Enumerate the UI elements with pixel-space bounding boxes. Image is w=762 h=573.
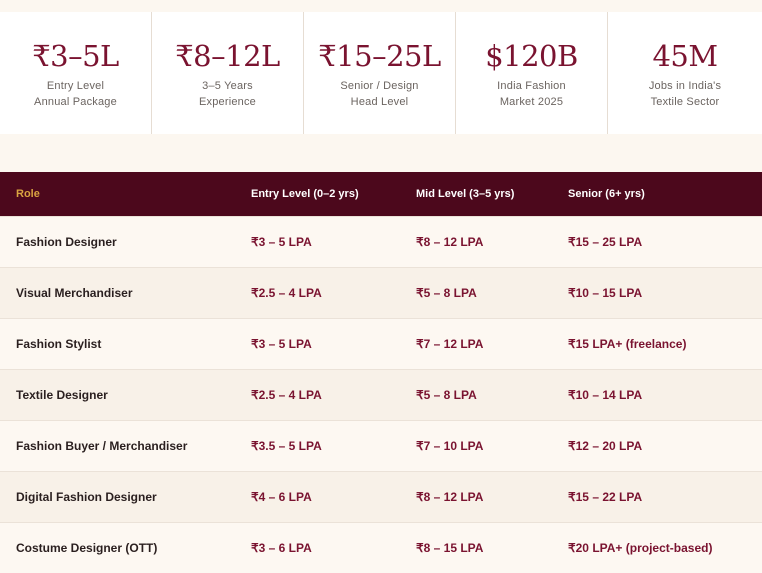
entry-salary-cell: ₹2.5 – 4 LPA xyxy=(235,370,400,421)
senior-salary-cell: ₹15 LPA+ (freelance) xyxy=(552,319,762,370)
stat-label-line: Jobs in India's xyxy=(608,78,762,94)
column-header-senior: Senior (6+ yrs) xyxy=(552,172,762,217)
entry-salary-cell: ₹3 – 6 LPA xyxy=(235,523,400,573)
role-cell: Costume Designer (OTT) xyxy=(0,523,235,573)
senior-salary-cell: ₹15 – 22 LPA xyxy=(552,472,762,523)
table-row: Digital Fashion Designer ₹4 – 6 LPA ₹8 –… xyxy=(0,472,762,523)
entry-salary-cell: ₹3 – 5 LPA xyxy=(235,319,400,370)
stat-label-line: Experience xyxy=(152,94,303,110)
senior-salary-cell: ₹12 – 20 LPA xyxy=(552,421,762,472)
stat-value: 45M xyxy=(608,40,762,72)
role-cell: Fashion Buyer / Merchandiser xyxy=(0,421,235,472)
mid-salary-cell: ₹8 – 12 LPA xyxy=(400,217,552,268)
stat-market-size: $120B India Fashion Market 2025 xyxy=(456,12,608,134)
entry-salary-cell: ₹4 – 6 LPA xyxy=(235,472,400,523)
salary-table: Role Entry Level (0–2 yrs) Mid Level (3–… xyxy=(0,172,762,573)
stat-label-line: Market 2025 xyxy=(456,94,607,110)
stat-label-line: Annual Package xyxy=(0,94,151,110)
senior-salary-cell: ₹10 – 15 LPA xyxy=(552,268,762,319)
stat-label: India Fashion Market 2025 xyxy=(456,78,607,110)
entry-salary-cell: ₹3.5 – 5 LPA xyxy=(235,421,400,472)
entry-salary-cell: ₹2.5 – 4 LPA xyxy=(235,268,400,319)
mid-salary-cell: ₹5 – 8 LPA xyxy=(400,370,552,421)
stat-label-line: Head Level xyxy=(304,94,455,110)
senior-salary-cell: ₹10 – 14 LPA xyxy=(552,370,762,421)
table-row: Fashion Buyer / Merchandiser ₹3.5 – 5 LP… xyxy=(0,421,762,472)
stat-label-line: India Fashion xyxy=(456,78,607,94)
stat-label: Entry Level Annual Package xyxy=(0,78,151,110)
table-row: Fashion Designer ₹3 – 5 LPA ₹8 – 12 LPA … xyxy=(0,217,762,268)
mid-salary-cell: ₹8 – 12 LPA xyxy=(400,472,552,523)
table-row: Textile Designer ₹2.5 – 4 LPA ₹5 – 8 LPA… xyxy=(0,370,762,421)
stat-value: ₹15–25L xyxy=(304,40,455,72)
entry-salary-cell: ₹3 – 5 LPA xyxy=(235,217,400,268)
table-row: Costume Designer (OTT) ₹3 – 6 LPA ₹8 – 1… xyxy=(0,523,762,573)
stat-textile-jobs: 45M Jobs in India's Textile Sector xyxy=(608,12,762,134)
stat-label-line: 3–5 Years xyxy=(152,78,303,94)
column-header-mid: Mid Level (3–5 yrs) xyxy=(400,172,552,217)
senior-salary-cell: ₹15 – 25 LPA xyxy=(552,217,762,268)
stat-label: Senior / Design Head Level xyxy=(304,78,455,110)
stat-label-line: Textile Sector xyxy=(608,94,762,110)
stat-value: ₹8–12L xyxy=(152,40,303,72)
mid-salary-cell: ₹5 – 8 LPA xyxy=(400,268,552,319)
mid-salary-cell: ₹7 – 12 LPA xyxy=(400,319,552,370)
stats-strip: ₹3–5L Entry Level Annual Package ₹8–12L … xyxy=(0,12,762,134)
role-cell: Visual Merchandiser xyxy=(0,268,235,319)
stat-label: 3–5 Years Experience xyxy=(152,78,303,110)
column-header-entry: Entry Level (0–2 yrs) xyxy=(235,172,400,217)
role-cell: Fashion Designer xyxy=(0,217,235,268)
mid-salary-cell: ₹8 – 15 LPA xyxy=(400,523,552,573)
column-header-role: Role xyxy=(0,172,235,217)
table-row: Visual Merchandiser ₹2.5 – 4 LPA ₹5 – 8 … xyxy=(0,268,762,319)
stat-label: Jobs in India's Textile Sector xyxy=(608,78,762,110)
mid-salary-cell: ₹7 – 10 LPA xyxy=(400,421,552,472)
stat-mid-level: ₹8–12L 3–5 Years Experience xyxy=(152,12,304,134)
role-cell: Digital Fashion Designer xyxy=(0,472,235,523)
table-header-row: Role Entry Level (0–2 yrs) Mid Level (3–… xyxy=(0,172,762,217)
stat-value: ₹3–5L xyxy=(0,40,151,72)
stat-senior-level: ₹15–25L Senior / Design Head Level xyxy=(304,12,456,134)
stat-entry-level: ₹3–5L Entry Level Annual Package xyxy=(0,12,152,134)
table-row: Fashion Stylist ₹3 – 5 LPA ₹7 – 12 LPA ₹… xyxy=(0,319,762,370)
stat-label-line: Senior / Design xyxy=(304,78,455,94)
role-cell: Textile Designer xyxy=(0,370,235,421)
senior-salary-cell: ₹20 LPA+ (project-based) xyxy=(552,523,762,573)
stat-label-line: Entry Level xyxy=(0,78,151,94)
stat-value: $120B xyxy=(456,40,607,72)
role-cell: Fashion Stylist xyxy=(0,319,235,370)
